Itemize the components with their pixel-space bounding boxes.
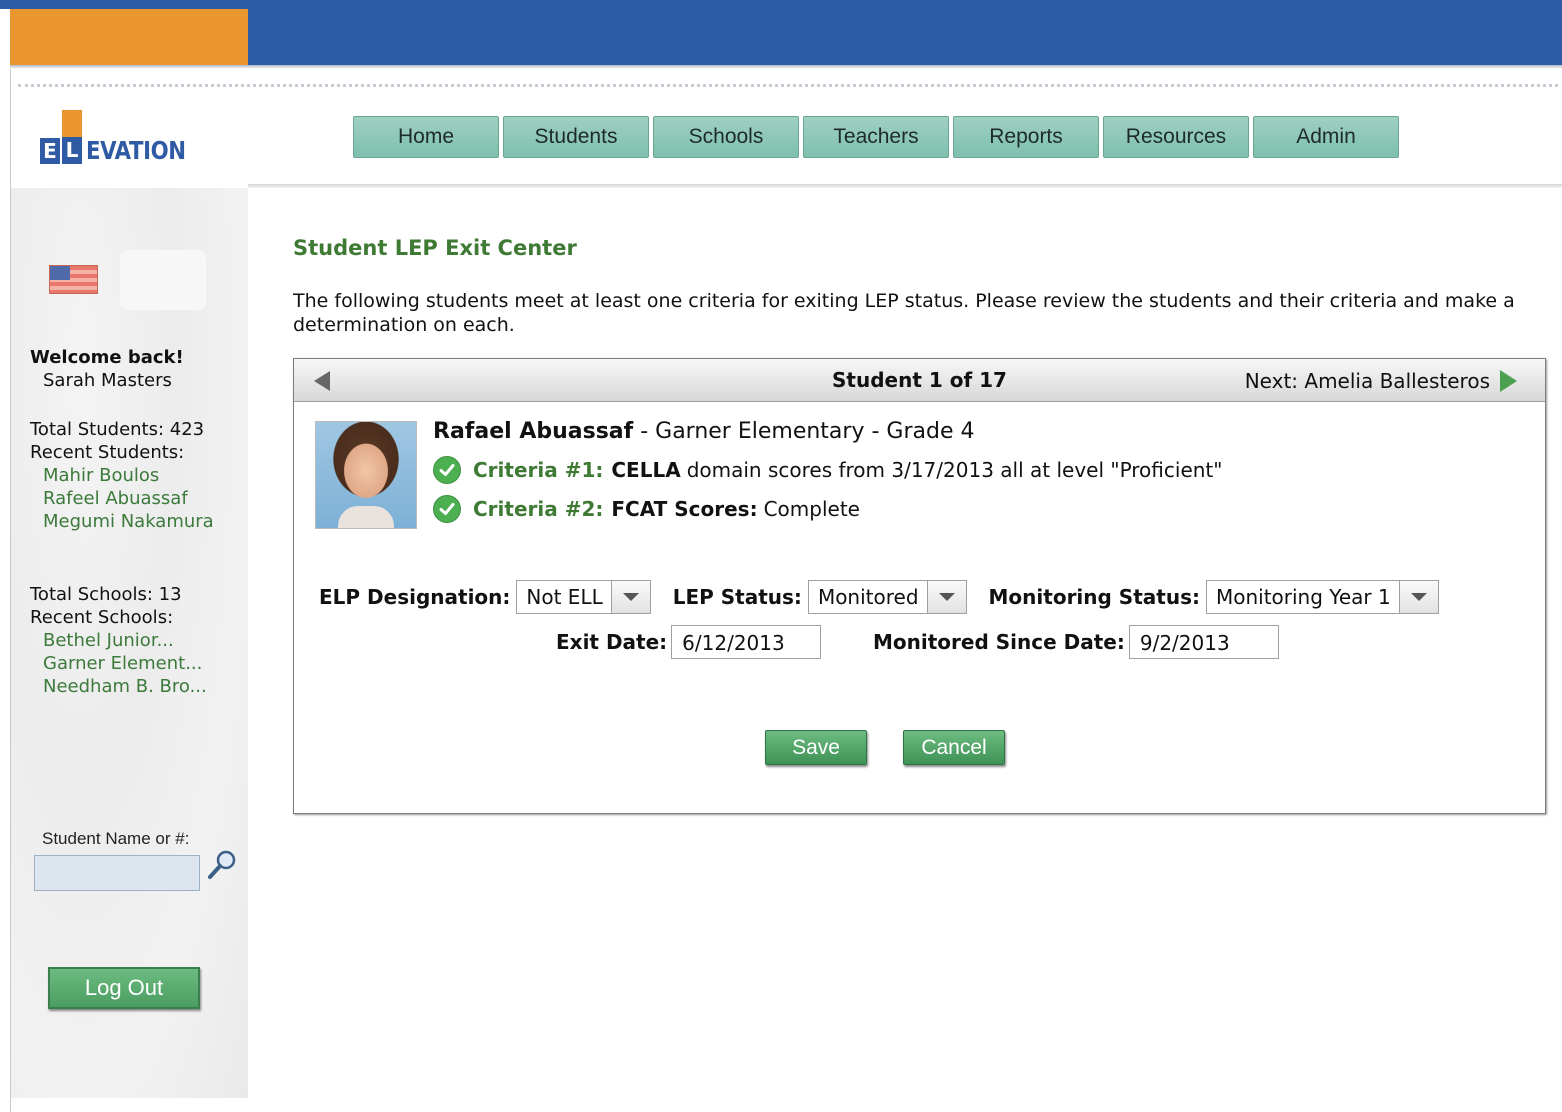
elp-value: Not ELL — [526, 585, 603, 609]
criteria-bold: CELLA — [611, 458, 681, 482]
total-schools: Total Schools: 13 — [30, 584, 182, 605]
header-blue-bar — [248, 9, 1562, 65]
recent-school-link[interactable]: Garner Element... — [30, 652, 207, 675]
monitored-since-group: Monitored Since Date: 9/2/2013 — [873, 625, 1279, 659]
criteria-label: Criteria #2: — [473, 497, 604, 521]
nav-tab-schools[interactable]: Schools — [653, 116, 799, 158]
pager-bar: Student 1 of 17 Next: Amelia Ballesteros — [294, 359, 1545, 402]
monitoring-value: Monitoring Year 1 — [1215, 585, 1391, 609]
monitored-since-field[interactable]: 9/2/2013 — [1128, 625, 1279, 659]
monitoring-label: Monitoring Status: — [988, 585, 1200, 609]
nav-tab-reports[interactable]: Reports — [953, 116, 1099, 158]
monitoring-status-select[interactable]: Monitoring Year 1 — [1205, 580, 1439, 614]
recent-students-block: Total Students: 423 Recent Students: Mah… — [30, 418, 214, 533]
flag-highlight — [120, 250, 206, 310]
chevron-down-icon[interactable] — [1398, 581, 1438, 613]
left-frame — [0, 0, 11, 1112]
next-student-label: Next: Amelia Ballesteros — [1244, 369, 1490, 393]
page-title: Student LEP Exit Center — [293, 236, 577, 260]
nav-tab-admin[interactable]: Admin — [1253, 116, 1399, 158]
ellevation-logo[interactable]: E L EVATION — [40, 104, 203, 164]
recent-schools-block: Total Schools: 13 Recent Schools: Bethel… — [30, 583, 207, 698]
criteria-label: Criteria #1: — [473, 458, 604, 482]
student-header: Rafael Abuassaf - Garner Elementary - Gr… — [433, 419, 974, 444]
criteria-row: Criteria #2: FCAT Scores: Complete — [433, 495, 860, 523]
save-button[interactable]: Save — [765, 730, 867, 765]
student-photo — [315, 421, 417, 529]
next-arrow-icon[interactable] — [1500, 370, 1517, 392]
recent-school-link[interactable]: Needham B. Bro... — [30, 675, 207, 698]
exit-date-group: Exit Date: 6/12/2013 — [556, 625, 822, 659]
student-name[interactable]: Rafael Abuassaf — [433, 419, 633, 444]
chevron-down-icon[interactable] — [610, 581, 650, 613]
logout-button[interactable]: Log Out — [48, 967, 200, 1009]
header-shadow — [10, 65, 1562, 69]
user-name: Sarah Masters — [43, 370, 172, 391]
elp-label: ELP Designation: — [319, 585, 511, 609]
lep-status-select[interactable]: Monitored — [807, 580, 967, 614]
header-orange-block — [10, 9, 248, 65]
criteria-text: domain scores from 3/17/2013 all at leve… — [686, 458, 1223, 482]
exit-date-field[interactable]: 6/12/2013 — [671, 625, 822, 659]
welcome-block: Welcome back! Sarah Masters — [30, 346, 184, 392]
main-nav: Home Students Schools Teachers Reports R… — [353, 116, 1403, 158]
logo-block-e: E — [40, 138, 60, 164]
nav-tab-resources[interactable]: Resources — [1103, 116, 1249, 158]
criteria-text: Complete — [763, 497, 860, 521]
next-student-link[interactable]: Next: Amelia Ballesteros — [1245, 369, 1517, 393]
recent-schools-label: Recent Schools: — [30, 607, 174, 628]
welcome-heading: Welcome back! — [30, 347, 184, 368]
criteria-bold: FCAT Scores: — [611, 497, 758, 521]
nav-tab-home[interactable]: Home — [353, 116, 499, 158]
recent-school-link[interactable]: Bethel Junior... — [30, 629, 207, 652]
top-border — [0, 0, 1562, 9]
search-label: Student Name or #: — [42, 829, 190, 848]
logo-text: EVATION — [86, 136, 186, 165]
cancel-button[interactable]: Cancel — [903, 730, 1005, 765]
student-details: - Garner Elementary - Grade 4 — [633, 419, 975, 444]
total-students: Total Students: 423 — [30, 419, 205, 440]
nav-tab-teachers[interactable]: Teachers — [803, 116, 949, 158]
nav-divider — [248, 184, 1562, 188]
check-circle-icon — [433, 456, 461, 484]
lep-value: Monitored — [817, 585, 919, 609]
status-row: ELP Designation: Not ELL LEP Status: Mon… — [319, 580, 1439, 614]
recent-student-link[interactable]: Rafeel Abuassaf — [30, 487, 214, 510]
chevron-down-icon[interactable] — [926, 581, 966, 613]
search-icon[interactable] — [206, 848, 238, 880]
nav-tab-students[interactable]: Students — [503, 116, 649, 158]
monitored-since-label: Monitored Since Date: — [873, 630, 1125, 654]
lep-label: LEP Status: — [672, 585, 802, 609]
recent-student-link[interactable]: Megumi Nakamura — [30, 510, 214, 533]
student-search-input[interactable] — [34, 855, 200, 891]
student-panel: Student 1 of 17 Next: Amelia Ballesteros… — [293, 358, 1546, 814]
exit-date-label: Exit Date: — [556, 630, 668, 654]
elp-designation-select[interactable]: Not ELL — [516, 580, 651, 614]
recent-students-label: Recent Students: — [30, 442, 185, 463]
recent-student-link[interactable]: Mahir Boulos — [30, 464, 214, 487]
dotted-divider — [18, 84, 1558, 87]
us-flag-icon[interactable] — [49, 265, 98, 294]
check-circle-icon — [433, 495, 461, 523]
intro-text: The following students meet at least one… — [293, 290, 1515, 336]
criteria-row: Criteria #1: CELLA domain scores from 3/… — [433, 456, 1222, 484]
logo-block-l: L — [62, 110, 82, 164]
